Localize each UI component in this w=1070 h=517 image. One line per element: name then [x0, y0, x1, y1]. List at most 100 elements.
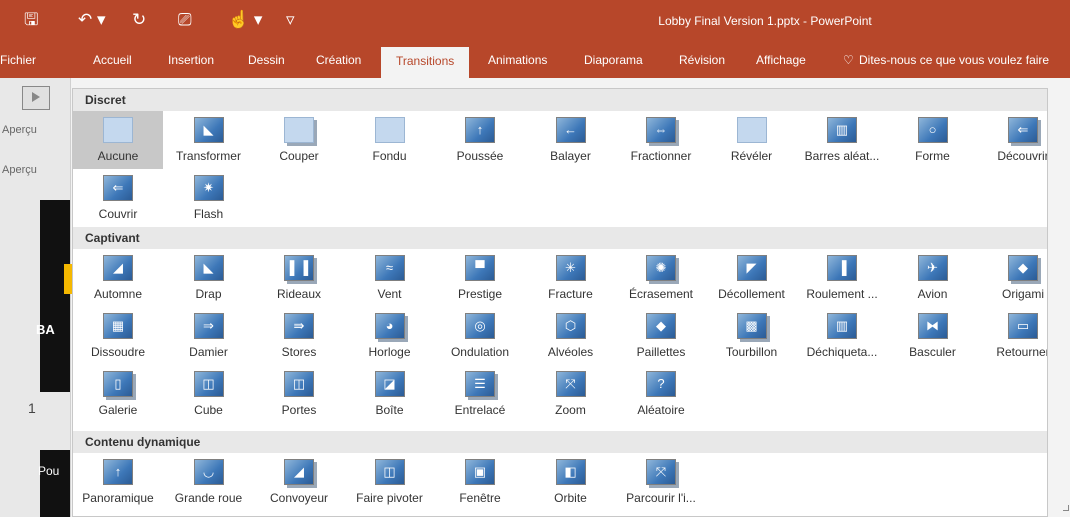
transition-option[interactable]: ◎ Ondulation — [435, 307, 525, 365]
transition-label: Grande roue — [174, 491, 243, 505]
transition-option[interactable]: ↑ Panoramique — [73, 453, 163, 511]
tab-creation[interactable]: Création — [316, 53, 361, 67]
transition-option[interactable]: ≈ Vent — [345, 249, 435, 307]
transition-label: Révéler — [730, 149, 773, 163]
tab-affichage[interactable]: Affichage — [756, 53, 806, 67]
transition-option[interactable]: ✺ Écrasement — [616, 249, 706, 307]
transition-option[interactable]: ◫ Portes — [254, 365, 344, 423]
transition-thumbnail-icon: ◫ — [193, 371, 224, 397]
transition-thumbnail-icon: ▦ — [103, 313, 133, 339]
tab-insertion[interactable]: Insertion — [168, 53, 214, 67]
slide-number: 1 — [28, 400, 36, 416]
slide-thumbnail-2[interactable]: Pou — [38, 450, 70, 517]
transition-thumbnail-icon: ▌▐ — [284, 255, 314, 281]
transition-option[interactable]: ☰ Entrelacé — [435, 365, 525, 423]
transition-label: Poussée — [456, 149, 504, 163]
transition-option[interactable]: ? Aléatoire — [616, 365, 706, 423]
transition-option[interactable]: ← Balayer — [526, 111, 616, 169]
title-bar: 🖫 ↶ ▾ ↻ ⎚ ☝ ▾ ▿ Lobby Final Version 1.pp… — [0, 0, 1070, 44]
transition-option[interactable]: ⬡ Alvéoles — [526, 307, 616, 365]
transition-thumbnail-icon — [374, 117, 405, 143]
transition-label: Faire pivoter — [356, 491, 423, 505]
tell-me-search[interactable]: Dites-nous ce que vous voulez faire — [859, 53, 1049, 67]
transition-label: Roulement ... — [806, 287, 878, 301]
transition-option[interactable]: ◕ Horloge — [345, 307, 435, 365]
transition-option[interactable]: ◢ Convoyeur — [254, 453, 344, 511]
tab-dessin[interactable]: Dessin — [248, 53, 285, 67]
tab-animations[interactable]: Animations — [488, 53, 547, 67]
transition-option[interactable]: ⇐ Couvrir — [73, 169, 163, 227]
transition-option[interactable]: ⤧ Zoom — [526, 365, 616, 423]
transition-option[interactable]: ◤ Décollement — [707, 249, 797, 307]
transition-option[interactable]: ✷ Flash — [164, 169, 254, 227]
transition-option[interactable]: ◫ Cube — [164, 365, 254, 423]
transition-thumbnail-icon: ⧓ — [917, 313, 948, 339]
transition-option[interactable]: ▩ Tourbillon — [707, 307, 797, 365]
transition-thumbnail-icon: ↑ — [465, 117, 495, 143]
tab-transitions[interactable]: Transitions — [381, 47, 470, 78]
preview-icon[interactable] — [22, 86, 50, 110]
tab-revision[interactable]: Révision — [679, 53, 725, 67]
transition-label: Fractionner — [630, 149, 692, 163]
preview-group-label: Aperçu — [2, 164, 37, 176]
transition-option[interactable]: ◣ Drap — [164, 249, 254, 307]
transition-label: Stores — [281, 345, 317, 359]
transition-option[interactable]: Révéler — [707, 111, 797, 169]
tab-accueil[interactable]: Accueil — [93, 53, 132, 67]
slide-thumbnail[interactable]: BA — [36, 200, 72, 392]
preview-button-label[interactable]: Aperçu — [2, 124, 37, 136]
transition-option[interactable]: ✈ Avion — [888, 249, 978, 307]
transition-label: Flash — [193, 207, 224, 221]
transition-option[interactable]: ▥ Barres aléat... — [797, 111, 887, 169]
transition-option[interactable]: ▦ Dissoudre — [73, 307, 163, 365]
transition-option[interactable]: ▀ Prestige — [435, 249, 525, 307]
transition-option[interactable]: Couper — [254, 111, 344, 169]
transition-option[interactable]: ◆ Origami — [978, 249, 1047, 307]
transition-option[interactable]: ↑ Poussée — [435, 111, 525, 169]
resize-grip[interactable] — [1063, 505, 1069, 511]
transition-label: Déchiqueta... — [806, 345, 878, 359]
transition-thumbnail-icon: ? — [646, 371, 676, 397]
transition-option[interactable]: ▐ Roulement ... — [797, 249, 887, 307]
transition-option[interactable]: ◡ Grande roue — [164, 453, 254, 511]
transition-label: Ondulation — [450, 345, 510, 359]
transition-option[interactable]: ◣ Transformer — [164, 111, 254, 169]
transition-option[interactable]: ○ Forme — [888, 111, 978, 169]
tab-fichier[interactable]: Fichier — [0, 53, 36, 67]
transition-option[interactable]: ⇛ Stores — [254, 307, 344, 365]
transition-thumbnail-icon: ⇐ — [1008, 117, 1038, 143]
transition-label: Prestige — [457, 287, 503, 301]
transition-option[interactable]: ◢ Automne — [73, 249, 163, 307]
transition-option[interactable]: ⇒ Damier — [164, 307, 254, 365]
transition-label: Dissoudre — [90, 345, 146, 359]
transition-option[interactable]: ⤧ Parcourir l'i... — [616, 453, 706, 511]
transition-option[interactable]: ◫ Faire pivoter — [345, 453, 435, 511]
transition-thumbnail-icon: ◆ — [1008, 255, 1038, 281]
transition-option[interactable]: ⇔ Fractionner — [616, 111, 706, 169]
transition-thumbnail-icon: ✺ — [646, 255, 676, 281]
transition-option[interactable]: ◧ Orbite — [526, 453, 616, 511]
transition-option[interactable]: ⧓ Basculer — [888, 307, 978, 365]
tab-diaporama[interactable]: Diaporama — [584, 53, 643, 67]
transition-option[interactable]: ◪ Boîte — [345, 365, 435, 423]
transition-option[interactable]: ▌▐ Rideaux — [254, 249, 344, 307]
transition-option[interactable]: ▥ Déchiqueta... — [797, 307, 887, 365]
transition-thumbnail-icon: ⇐ — [103, 175, 133, 201]
transition-option[interactable]: ▣ Fenêtre — [435, 453, 525, 511]
transition-thumbnail-icon: ⤧ — [646, 459, 676, 485]
transition-option[interactable]: ✳ Fracture — [526, 249, 616, 307]
transition-option[interactable]: ◆ Paillettes — [616, 307, 706, 365]
transition-option[interactable]: ▯ Galerie — [73, 365, 163, 423]
transition-option[interactable]: ▭ Retourner — [978, 307, 1047, 365]
transition-option[interactable]: ⇐ Découvrir — [978, 111, 1047, 169]
transition-option[interactable]: Aucune — [73, 111, 163, 169]
transition-thumbnail-icon: ⇔ — [646, 117, 676, 143]
transition-label: Paillettes — [636, 345, 686, 359]
slide-text-2: Pou — [38, 464, 60, 478]
transition-thumbnail-icon: ◣ — [193, 117, 224, 143]
transition-gallery: Discret Aucune ◣ Transformer Couper Fondu ↑ Pou… — [72, 88, 1048, 517]
transition-label: Alvéoles — [547, 345, 594, 359]
transition-label: Galerie — [98, 403, 138, 417]
transition-label: Fenêtre — [459, 491, 501, 505]
transition-option[interactable]: Fondu — [345, 111, 435, 169]
